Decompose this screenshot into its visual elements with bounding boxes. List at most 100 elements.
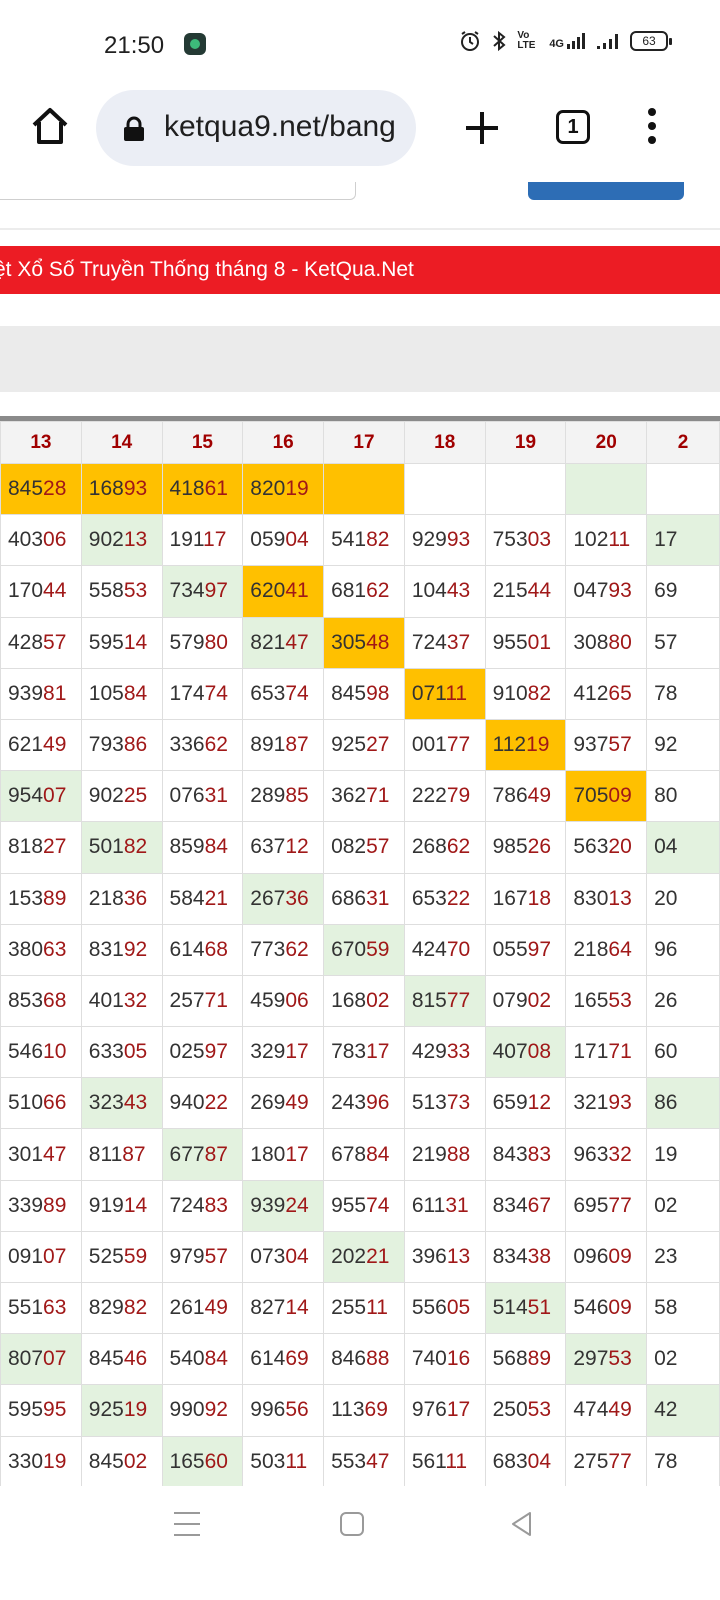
table-cell: 42470 [403,923,486,976]
table-cell: 40708 [484,1026,567,1079]
home-square-icon[interactable] [340,1512,364,1536]
table-cell: 25053 [484,1384,567,1437]
table-cell: 02 [646,1179,720,1232]
table-row: 80707 84546 54084 61469 84688 74016 56889 29753… [0,1333,720,1386]
column-header: 19 [484,421,567,464]
table-cell: 82714 [242,1281,325,1335]
table-cell: 98526 [484,821,567,874]
table-row: 42857 59514 57980 82147 30548 72437 95501 30880… [0,616,720,669]
table-cell: 63305 [80,1026,163,1079]
table-cell: 57980 [161,616,244,669]
table-cell: 93981 [0,667,82,720]
table-cell: 97617 [403,1384,486,1437]
table-cell: 80 [646,770,720,823]
table-cell: 73497 [161,565,244,618]
address-bar[interactable]: ketqua9.net/bang [96,90,416,166]
table-cell: 82982 [80,1281,163,1335]
table-cell: 54084 [161,1333,244,1386]
home-icon[interactable] [28,104,72,148]
table-cell: 55163 [0,1281,82,1335]
table-cell: 81577 [403,974,486,1028]
table-cell: 50311 [242,1435,325,1486]
signal-4g-icon: 4G [549,32,586,50]
table-cell: 16718 [484,872,567,925]
table-cell: 75303 [484,514,567,567]
table-cell: 83438 [484,1230,567,1284]
table-cell: 81187 [80,1128,163,1181]
url-text[interactable]: ketqua9.net/bang [164,110,404,146]
table-cell: 95501 [484,616,567,669]
table-row: 62149 79386 33662 89187 92527 00177 11219 93757… [0,718,720,772]
table-cell: 41861 [161,462,244,516]
menu-icon[interactable] [644,106,660,150]
table-cell: 07631 [161,770,244,823]
table-cell: 24396 [323,1077,405,1130]
signal-icon [597,34,618,49]
table-cell: 51451 [484,1281,567,1335]
table-cell: 30147 [0,1128,82,1181]
table-cell: 08257 [323,821,405,874]
table-cell: 78 [646,1435,720,1486]
table-cell: 25511 [323,1281,405,1335]
submit-button[interactable] [528,182,684,200]
plus-icon[interactable] [462,108,502,148]
battery-icon: 63 [630,31,672,51]
table-cell: 05904 [242,514,325,567]
table-cell: 42857 [0,616,82,669]
table-cell: 51066 [0,1077,82,1130]
table-cell [565,462,648,516]
results-table-wrapper[interactable]: 13 14 15 16 17 18 19 20 2 84528 16893 41861 82019 40… [0,416,720,1486]
table-cell [484,462,567,516]
back-triangle-icon[interactable] [508,1510,536,1538]
table-cell: 61131 [403,1179,486,1232]
table-cell: 39613 [403,1230,486,1284]
table-cell: 17044 [0,565,82,618]
table-cell: 45906 [242,974,325,1028]
table-cell: 02597 [161,1026,244,1079]
table-cell: 56111 [403,1435,486,1486]
volte-icon: Vo LTE [517,30,536,51]
status-icons: Vo LTE 4G 63 [459,30,672,52]
table-cell: 99092 [161,1384,244,1437]
table-cell: 96 [646,923,720,976]
table-cell: 96332 [565,1128,648,1181]
table-cell: 17171 [565,1026,648,1079]
table-cell: 42 [646,1384,720,1437]
table-cell: 56889 [484,1333,567,1386]
column-header: 17 [323,421,405,464]
table-row: 09107 52559 97957 07304 20221 39613 83438 09609… [0,1230,720,1284]
table-cell: 60 [646,1026,720,1079]
table-cell: 93924 [242,1179,325,1232]
table-cell: 63712 [242,821,325,874]
table-cell: 62041 [242,565,325,618]
table-cell: 55605 [403,1281,486,1335]
table-cell: 07111 [403,667,486,720]
table-cell: 89187 [242,718,325,772]
table-cell: 19 [646,1128,720,1181]
table-cell: 28985 [242,770,325,823]
results-table: 13 14 15 16 17 18 19 20 2 84528 16893 41861 82019 40… [0,421,720,1486]
battery-level: 63 [642,34,656,48]
search-input[interactable] [0,182,356,200]
table-cell: 21864 [565,923,648,976]
table-cell: 19117 [161,514,244,567]
table-cell: 16560 [161,1435,244,1486]
recents-menu-icon[interactable] [174,1512,200,1538]
table-cell: 92 [646,718,720,772]
table-cell: 16802 [323,974,405,1028]
column-header: 20 [565,421,648,464]
table-cell: 41265 [565,667,648,720]
table-cell: 65374 [242,667,325,720]
table-cell: 77362 [242,923,325,976]
table-cell: 68162 [323,565,405,618]
table-header-row: 13 14 15 16 17 18 19 20 2 [0,421,720,464]
table-cell: 55853 [80,565,163,618]
table-cell: 86 [646,1077,720,1130]
browser-toolbar: ketqua9.net/bang 1 [0,90,720,182]
table-cell: 11369 [323,1384,405,1437]
web-page: ệt Xổ Số Truyền Thống tháng 8 - KetQua.N… [0,182,720,1486]
table-cell: 38063 [0,923,82,976]
tabs-icon[interactable]: 1 [556,110,590,144]
column-header: 14 [80,421,163,464]
table-cell: 29753 [565,1333,648,1386]
